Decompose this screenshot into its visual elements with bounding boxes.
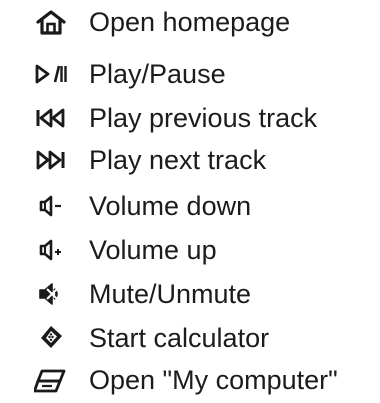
shortcut-row-volume-up: Volume up bbox=[0, 230, 380, 270]
shortcut-label: Volume down bbox=[89, 191, 252, 221]
shortcut-label: Mute/Unmute bbox=[89, 279, 252, 309]
previous-track-icon bbox=[34, 104, 68, 132]
shortcut-label: Start calculator bbox=[89, 323, 270, 353]
shortcut-label: Open "My computer" bbox=[89, 365, 338, 395]
shortcut-label: Play next track bbox=[89, 145, 267, 175]
shortcut-row-previous-track: Play previous track bbox=[0, 98, 380, 138]
shortcut-row-play-pause: Play/Pause bbox=[0, 54, 380, 94]
mute-icon bbox=[34, 280, 68, 308]
my-computer-icon bbox=[34, 366, 68, 394]
play-pause-icon bbox=[34, 60, 68, 88]
shortcut-row-volume-down: Volume down bbox=[0, 186, 380, 226]
shortcut-row-calculator: Start calculator bbox=[0, 318, 380, 358]
shortcut-label: Play/Pause bbox=[89, 59, 226, 89]
shortcut-key-legend: Open homepage Play/Pause Play previous t… bbox=[0, 0, 380, 403]
volume-up-icon bbox=[34, 236, 68, 264]
shortcut-row-mute: Mute/Unmute bbox=[0, 274, 380, 314]
next-track-icon bbox=[34, 146, 68, 174]
shortcut-label: Open homepage bbox=[89, 7, 291, 37]
home-icon bbox=[34, 8, 68, 36]
shortcut-label: Volume up bbox=[89, 235, 217, 265]
calculator-icon bbox=[34, 324, 68, 352]
shortcut-row-next-track: Play next track bbox=[0, 140, 380, 180]
shortcut-row-my-computer: Open "My computer" bbox=[0, 360, 380, 400]
shortcut-row-homepage: Open homepage bbox=[0, 2, 380, 42]
shortcut-label: Play previous track bbox=[89, 103, 318, 133]
volume-down-icon bbox=[34, 192, 68, 220]
